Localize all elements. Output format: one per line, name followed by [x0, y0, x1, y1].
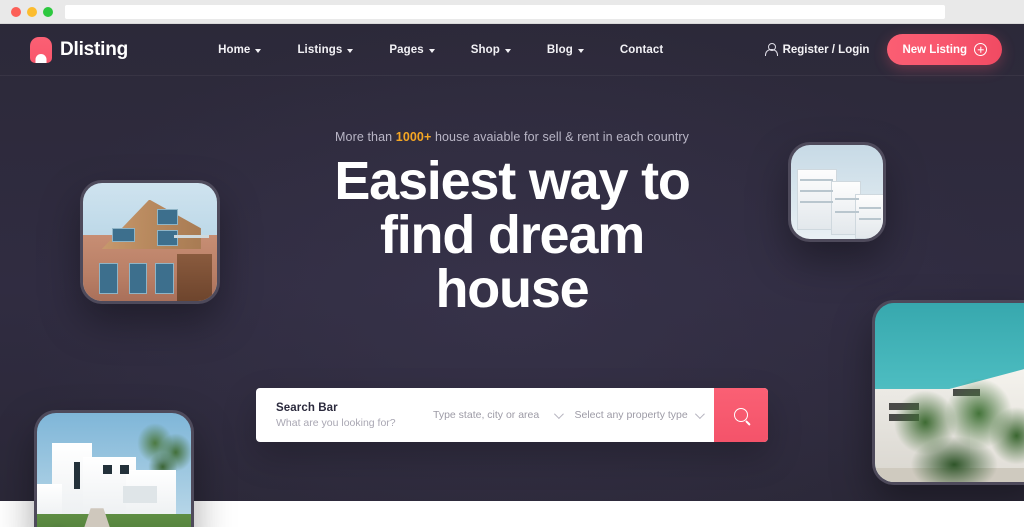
nav-item-pages-label: Pages — [389, 43, 424, 56]
photo-balcony-rail — [174, 234, 209, 238]
hero-eyebrow: More than 1000+ house avaiable for sell … — [335, 130, 689, 144]
navbar-actions: Register / Login New Listing — [765, 34, 1002, 65]
chevron-down-icon — [577, 48, 584, 53]
nav-item-listings-label: Listings — [297, 43, 343, 56]
photo-wall-shadow — [123, 486, 158, 503]
photo-palm-tree — [888, 378, 1024, 482]
location-select-placeholder: Type state, city or area — [433, 409, 540, 421]
plus-circle-icon — [974, 43, 987, 56]
hero-eyebrow-highlight: 1000+ — [395, 130, 432, 144]
nav-item-blog[interactable]: Blog — [542, 40, 589, 60]
browser-chrome — [0, 0, 1024, 24]
new-listing-label: New Listing — [902, 43, 967, 56]
photo-white-villa-lawn — [37, 413, 191, 527]
photo-window — [99, 263, 118, 294]
photo-window — [103, 464, 113, 475]
photo-window-strip — [800, 190, 834, 193]
close-window-button[interactable] — [11, 6, 21, 17]
photo-window — [155, 263, 175, 294]
photo-card-white-villa-palm — [872, 300, 1024, 485]
minimize-window-button[interactable] — [27, 6, 37, 17]
photo-card-white-office-building — [788, 142, 886, 242]
chevron-down-icon — [694, 408, 705, 419]
url-bar-input[interactable] — [65, 4, 945, 19]
nav-item-shop-label: Shop — [470, 43, 500, 56]
browser-window: Dlisting Home Listings Pages Shop Blog C… — [0, 0, 1024, 527]
chevron-down-icon — [255, 48, 262, 53]
register-login-label: Register / Login — [782, 43, 870, 56]
nav-item-listings[interactable]: Listings — [292, 40, 358, 60]
location-select[interactable]: Type state, city or area — [431, 388, 573, 442]
primary-nav: Home Listings Pages Shop Blog Contact — [213, 40, 668, 60]
photo-window — [156, 208, 179, 226]
photo-window — [128, 263, 148, 294]
photo-window-strip — [859, 218, 882, 221]
property-search-bar: Search Bar What are you looking for? Typ… — [256, 388, 768, 442]
photo-window-strip — [835, 210, 860, 213]
register-login-link[interactable]: Register / Login — [765, 43, 870, 56]
photo-building-block — [855, 193, 883, 239]
photo-window — [112, 227, 136, 242]
photo-window-strip — [800, 178, 834, 181]
window-traffic-lights — [0, 6, 53, 17]
chevron-down-icon — [504, 48, 511, 53]
magnifier-icon — [734, 408, 748, 422]
nav-item-contact[interactable]: Contact — [615, 40, 669, 60]
brand-logo-link[interactable]: Dlisting — [30, 36, 129, 63]
photo-window-strip — [859, 207, 882, 210]
property-type-select-placeholder: Select any property type — [574, 409, 688, 421]
nav-item-pages[interactable]: Pages — [384, 40, 439, 60]
photo-white-office-building — [791, 145, 883, 239]
hero-eyebrow-after: house avaiable for sell & rent in each c… — [431, 130, 689, 144]
search-bar-subtitle: What are you looking for? — [276, 416, 396, 429]
photo-window — [73, 461, 81, 490]
brand-name: Dlisting — [60, 38, 129, 60]
house-tag-icon — [30, 36, 52, 63]
search-submit-button[interactable] — [714, 388, 768, 442]
search-bar-title: Search Bar — [276, 401, 338, 414]
photo-window — [120, 464, 130, 475]
search-bar-label-block: Search Bar What are you looking for? — [256, 388, 431, 442]
chevron-down-icon — [428, 48, 435, 53]
chevron-down-icon — [553, 408, 564, 419]
chevron-down-icon — [347, 48, 354, 53]
user-icon — [765, 43, 779, 56]
hero-eyebrow-before: More than — [335, 130, 396, 144]
nav-item-home[interactable]: Home — [213, 40, 266, 60]
photo-bush — [40, 519, 78, 527]
nav-item-blog-label: Blog — [546, 43, 573, 56]
photo-recessed-panel — [176, 253, 212, 301]
nav-item-contact-label: Contact — [619, 43, 664, 56]
nav-item-shop[interactable]: Shop — [466, 40, 516, 60]
hero-title: Easiest way to find dream house — [334, 151, 691, 319]
new-listing-button[interactable]: New Listing — [887, 34, 1002, 65]
photo-card-wooden-gable-house — [80, 180, 220, 304]
main-navbar: Dlisting Home Listings Pages Shop Blog C… — [0, 24, 1024, 76]
property-type-select[interactable]: Select any property type — [573, 388, 715, 442]
hero-section: Dlisting Home Listings Pages Shop Blog C… — [0, 24, 1024, 527]
nav-item-home-label: Home — [218, 43, 251, 56]
photo-card-white-villa-lawn — [34, 410, 194, 527]
photo-white-villa-palm — [875, 303, 1024, 482]
maximize-window-button[interactable] — [43, 6, 53, 17]
photo-wooden-gable-house — [83, 183, 217, 301]
photo-window-strip — [800, 201, 834, 204]
photo-window-strip — [835, 197, 860, 200]
